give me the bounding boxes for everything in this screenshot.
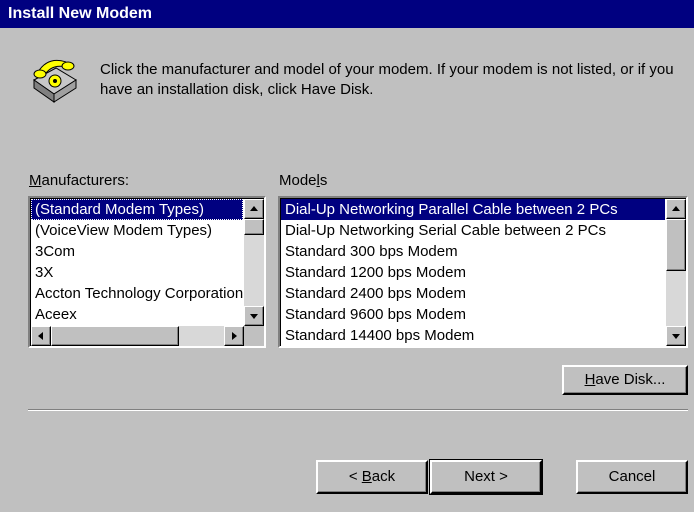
separator-line <box>28 409 688 411</box>
window-title: Install New Modem <box>0 0 694 28</box>
list-item[interactable]: Aceex <box>31 304 243 325</box>
list-item[interactable]: Standard 9600 bps Modem <box>281 304 665 325</box>
scroll-down-button[interactable] <box>666 326 686 346</box>
list-item[interactable]: (VoiceView Modem Types) <box>31 220 243 241</box>
manufacturers-horizontal-scrollbar[interactable] <box>31 326 244 346</box>
scroll-up-button[interactable] <box>244 199 264 219</box>
manufacturers-vertical-scrollbar[interactable] <box>244 199 264 326</box>
list-item[interactable]: Standard 14400 bps Modem <box>281 325 665 346</box>
next-button[interactable]: Next > <box>429 459 543 495</box>
scroll-down-button[interactable] <box>244 306 264 326</box>
models-vertical-scrollbar[interactable] <box>666 199 686 346</box>
down-arrow-icon <box>672 334 680 339</box>
telephone-modem-icon <box>30 50 80 106</box>
instruction-text: Click the manufacturer and model of your… <box>100 61 674 98</box>
manufacturers-listbox[interactable]: (Standard Modem Types) (VoiceView Modem … <box>28 196 266 348</box>
list-item[interactable]: Accton Technology Corporation <box>31 283 243 304</box>
models-label: Models <box>279 172 328 189</box>
list-item[interactable]: Dial-Up Networking Parallel Cable betwee… <box>281 199 665 220</box>
list-item[interactable]: 3Com <box>31 241 243 262</box>
list-item[interactable]: Dial-Up Networking Serial Cable between … <box>281 220 665 241</box>
right-arrow-icon <box>232 332 237 340</box>
list-item[interactable]: Standard 300 bps Modem <box>281 241 665 262</box>
list-item[interactable]: Standard 1200 bps Modem <box>281 262 665 283</box>
list-item[interactable]: (Standard Modem Types) <box>31 199 243 220</box>
models-listbox[interactable]: Dial-Up Networking Parallel Cable betwee… <box>278 196 688 348</box>
back-button[interactable]: < Back <box>316 460 428 494</box>
scrollbar-corner <box>244 326 264 346</box>
manufacturers-label: Manufacturers: <box>29 172 130 189</box>
scroll-thumb[interactable] <box>244 219 264 235</box>
scroll-up-button[interactable] <box>666 199 686 219</box>
cancel-button[interactable]: Cancel <box>576 460 688 494</box>
up-arrow-icon <box>250 206 258 211</box>
down-arrow-icon <box>250 314 258 319</box>
scroll-left-button[interactable] <box>31 326 51 346</box>
scroll-thumb[interactable] <box>666 219 686 271</box>
list-item[interactable]: Standard 2400 bps Modem <box>281 283 665 304</box>
up-arrow-icon <box>672 206 680 211</box>
scroll-thumb[interactable] <box>51 326 179 346</box>
scroll-right-button[interactable] <box>224 326 244 346</box>
list-item[interactable]: 3X <box>31 262 243 283</box>
left-arrow-icon <box>38 332 43 340</box>
have-disk-button[interactable]: Have Disk... <box>562 365 688 395</box>
